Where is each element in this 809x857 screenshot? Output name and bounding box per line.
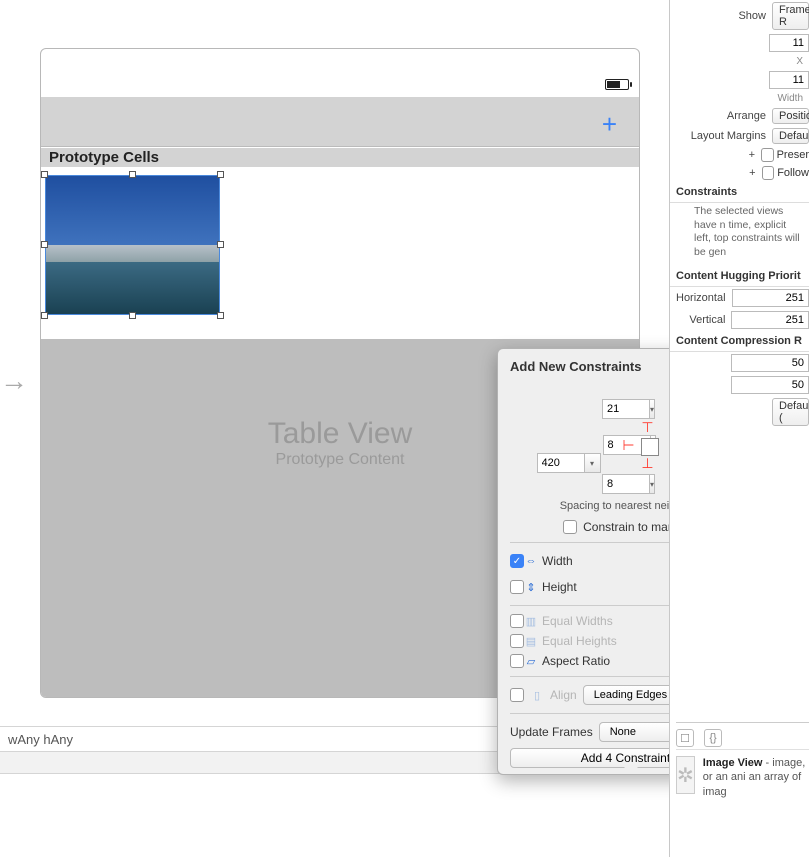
layout-margins-select[interactable]: Default	[772, 128, 809, 144]
pin-bottom-strut-icon[interactable]: ⊥	[641, 455, 655, 472]
inspector-panel: Show Frame R X Width Arrange Position La…	[669, 0, 809, 857]
pin-top-field[interactable]	[602, 399, 650, 419]
update-frames-label: Update Frames	[510, 725, 593, 739]
image-content	[45, 175, 220, 315]
align-icon: ▯	[530, 688, 544, 702]
navigation-bar[interactable]: +	[41, 97, 639, 147]
follow-checkbox[interactable]	[762, 166, 775, 180]
follow-label: Follow	[777, 167, 809, 179]
library-item-text: Image View - image, or an ani an array o…	[703, 756, 809, 799]
height-icon: ⇕	[524, 580, 538, 594]
resize-handle[interactable]	[217, 312, 224, 319]
x-sublabel: X	[796, 56, 803, 67]
ccr-field-1[interactable]	[731, 354, 809, 372]
size-class-control[interactable]: wAny hAny	[8, 732, 557, 747]
layout-margins-label: Layout Margins	[676, 130, 772, 142]
align-label: Align	[550, 688, 577, 702]
resize-handle[interactable]	[41, 312, 48, 319]
chp-vertical-field[interactable]	[731, 311, 809, 329]
library-item-title: Image View	[703, 757, 763, 769]
resize-handle[interactable]	[129, 171, 136, 178]
show-label: Show	[676, 10, 772, 22]
image-view-selected[interactable]	[45, 175, 220, 315]
aspect-ratio-icon: ▱	[524, 654, 538, 668]
arrange-label: Arrange	[676, 110, 772, 122]
content-compression-header: Content Compression R	[670, 331, 809, 352]
add-bar-button[interactable]: +	[602, 109, 617, 140]
width-label: Width	[542, 554, 679, 568]
chp-horizontal-label: Horizontal	[676, 292, 732, 304]
width-icon: ⇔	[524, 554, 538, 568]
constraints-description: The selected views have n time, explicit…	[670, 203, 809, 266]
pin-left-strut-icon[interactable]: ⊢	[617, 437, 641, 454]
resize-handle[interactable]	[41, 171, 48, 178]
equal-heights-checkbox[interactable]	[510, 634, 524, 648]
chp-vertical-label: Vertical	[676, 314, 731, 326]
width-checkbox[interactable]: ✓	[510, 554, 524, 568]
image-view-thumbnail-icon: ✲	[676, 756, 695, 794]
equal-widths-icon: ▥	[524, 614, 538, 628]
resize-handle[interactable]	[217, 241, 224, 248]
width-dim-field[interactable]	[769, 71, 809, 89]
preserve-label: Preser	[777, 149, 809, 161]
constrain-margins-checkbox[interactable]	[563, 520, 577, 534]
pin-top-strut-icon[interactable]: ⊤	[641, 419, 655, 436]
arrange-select[interactable]: Position	[772, 108, 809, 124]
equal-heights-icon: ▤	[524, 634, 538, 648]
resize-handle[interactable]	[41, 241, 48, 248]
pin-top-dropdown[interactable]: ▾	[650, 399, 655, 419]
resize-handle[interactable]	[129, 312, 136, 319]
pin-right-field[interactable]	[537, 453, 585, 473]
chp-horizontal-field[interactable]	[732, 289, 809, 307]
library-file-icon[interactable]: ☐	[676, 729, 694, 747]
segue-arrow-icon: →	[0, 365, 28, 397]
pin-bottom-dropdown[interactable]: ▾	[650, 474, 655, 494]
pin-bottom-field[interactable]	[602, 474, 650, 494]
width-sublabel: Width	[777, 93, 803, 104]
constraints-header: Constraints	[670, 182, 809, 203]
ccr-default-select[interactable]: Default (	[772, 398, 809, 426]
show-select[interactable]: Frame R	[772, 2, 809, 30]
height-label: Height	[542, 580, 679, 594]
library-tabs: ☐ {}	[676, 722, 809, 747]
resize-handle[interactable]	[217, 171, 224, 178]
aspect-ratio-checkbox[interactable]	[510, 654, 524, 668]
preserve-checkbox[interactable]	[761, 148, 774, 162]
library-item-image-view[interactable]: ✲ Image View - image, or an ani an array…	[676, 749, 809, 799]
battery-icon	[605, 79, 629, 90]
equal-widths-checkbox[interactable]	[510, 614, 524, 628]
library-code-icon[interactable]: {}	[704, 729, 722, 747]
x-field[interactable]	[769, 34, 809, 52]
align-checkbox[interactable]	[510, 688, 524, 702]
content-hugging-header: Content Hugging Priorit	[670, 266, 809, 287]
status-bar	[41, 77, 639, 95]
pin-right-dropdown[interactable]: ▾	[585, 453, 601, 473]
height-checkbox[interactable]	[510, 580, 524, 594]
prototype-cells-header: Prototype Cells	[41, 148, 639, 168]
ccr-field-2[interactable]	[731, 376, 809, 394]
